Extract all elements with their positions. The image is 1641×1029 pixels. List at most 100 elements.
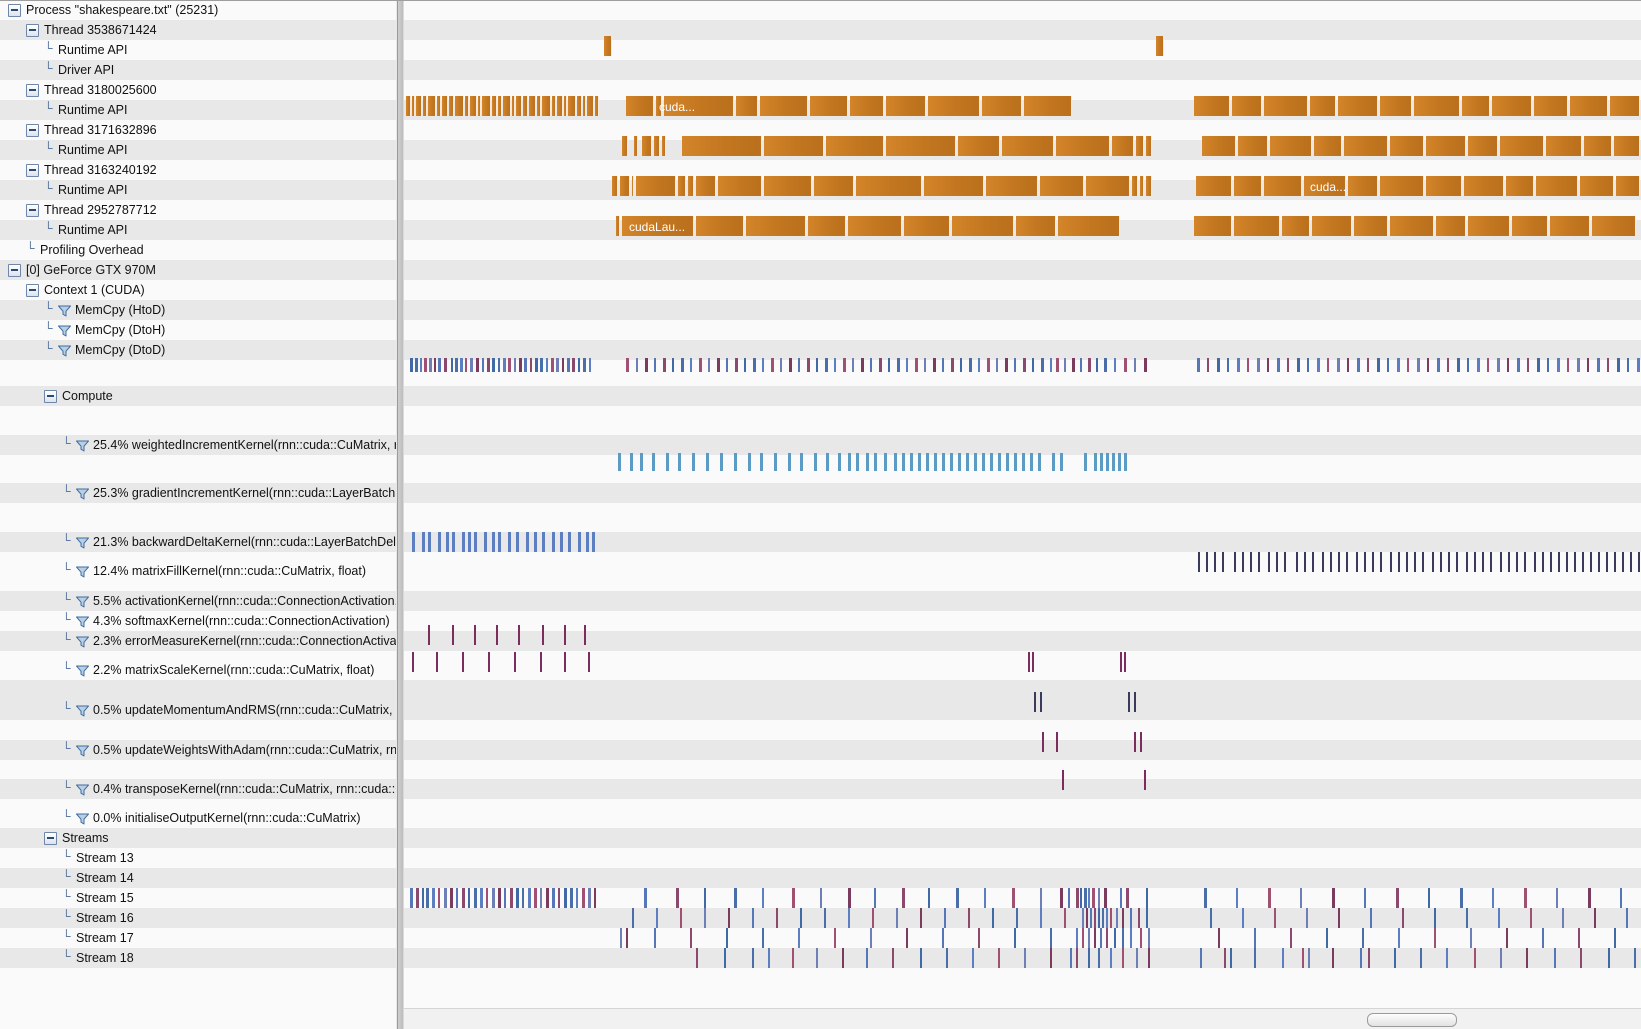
- filter-funnel-icon[interactable]: [76, 636, 89, 648]
- timeline-bar[interactable]: [583, 96, 586, 116]
- timeline-bar[interactable]: [1204, 888, 1207, 908]
- tree-item[interactable]: Streams: [0, 828, 396, 848]
- timeline-bar[interactable]: [568, 96, 576, 116]
- tree-item[interactable]: └ 12.4% matrixFillKernel(rnn::cuda::CuMat…: [0, 561, 396, 581]
- timeline-bar[interactable]: [986, 176, 1038, 196]
- timeline-bar[interactable]: [680, 908, 682, 928]
- timeline-bar[interactable]: [568, 532, 571, 552]
- timeline-bar[interactable]: [1622, 552, 1624, 572]
- timeline-bar[interactable]: [444, 888, 447, 908]
- timeline-bar[interactable]: [1110, 908, 1112, 928]
- timeline-bar[interactable]: [632, 176, 634, 196]
- timeline-bar[interactable]: [1500, 136, 1544, 156]
- timeline-bar[interactable]: [1050, 948, 1052, 968]
- timeline-bar[interactable]: [564, 96, 567, 116]
- timeline-bar[interactable]: [1104, 358, 1107, 372]
- timeline-bar[interactable]: [482, 358, 484, 372]
- timeline-bar[interactable]: [1536, 176, 1578, 196]
- timeline-bar[interactable]: [1314, 136, 1342, 156]
- timeline-bar[interactable]: [726, 358, 728, 372]
- timeline-bar[interactable]: [888, 358, 890, 372]
- timeline-bar[interactable]: [942, 453, 945, 471]
- timeline-bar[interactable]: [1414, 552, 1416, 572]
- timeline-bar[interactable]: [1076, 928, 1078, 948]
- timeline-bar[interactable]: [1050, 358, 1052, 372]
- tree-item[interactable]: Thread 2952787712: [0, 200, 396, 220]
- timeline-bar[interactable]: [952, 216, 1014, 236]
- tree-item[interactable]: └ Stream 18: [0, 948, 396, 968]
- timeline-bar[interactable]: [542, 532, 545, 552]
- timeline-bar[interactable]: [1368, 948, 1370, 968]
- tree-item[interactable]: └ Stream 15: [0, 888, 396, 908]
- timeline-bar[interactable]: [567, 358, 570, 372]
- timeline-bar[interactable]: [626, 928, 628, 948]
- timeline-bar[interactable]: [510, 888, 513, 908]
- timeline-bar[interactable]: [556, 358, 559, 372]
- timeline-bar[interactable]: [558, 888, 560, 908]
- timeline-bar[interactable]: [522, 888, 524, 908]
- timeline-bar[interactable]: [810, 96, 848, 116]
- timeline-bar[interactable]: [978, 358, 980, 372]
- timeline-bar[interactable]: [456, 888, 458, 908]
- timeline-bar[interactable]: [920, 948, 922, 968]
- timeline-bar[interactable]: [897, 358, 900, 372]
- timeline-bar[interactable]: [1257, 358, 1260, 372]
- timeline-bar[interactable]: [1588, 888, 1591, 908]
- timeline-bar[interactable]: [1448, 552, 1450, 572]
- timeline-bar[interactable]: [1112, 136, 1134, 156]
- timeline-bar[interactable]: [886, 136, 956, 156]
- timeline-bar[interactable]: [768, 948, 770, 968]
- timeline-bar[interactable]: [423, 96, 427, 116]
- timeline-bar[interactable]: [1517, 358, 1520, 372]
- timeline-bar[interactable]: [551, 358, 554, 372]
- tree-row[interactable]: Streams: [0, 828, 1641, 848]
- timeline-bar[interactable]: [1616, 176, 1640, 196]
- timeline-bar[interactable]: [933, 358, 936, 372]
- tree-item[interactable]: └ 2.2% matrixScaleKernel(rnn::cuda::CuMat…: [0, 660, 396, 680]
- timeline-bar[interactable]: [1094, 908, 1096, 928]
- timeline-bar[interactable]: [902, 888, 905, 908]
- tree-item[interactable]: └ Stream 13: [0, 848, 396, 868]
- timeline-bar[interactable]: [656, 908, 658, 928]
- timeline-bar[interactable]: [1534, 552, 1536, 572]
- timeline-bar[interactable]: [780, 358, 782, 372]
- filter-funnel-icon[interactable]: [76, 440, 89, 452]
- timeline-bar[interactable]: [422, 888, 424, 908]
- timeline-bar[interactable]: [1574, 552, 1576, 572]
- tree-item[interactable]: └ Runtime API: [0, 100, 396, 120]
- timeline-bar[interactable]: [1346, 552, 1348, 572]
- timeline-bar[interactable]: [696, 176, 716, 196]
- timeline-bar[interactable]: [1032, 652, 1034, 672]
- timeline-track-matrix-scale-kernel[interactable]: [404, 652, 1641, 672]
- timeline-bar[interactable]: [1380, 552, 1382, 572]
- tree-item[interactable]: Thread 3163240192: [0, 160, 396, 180]
- timeline-bar[interactable]: [1587, 358, 1589, 372]
- tree-row[interactable]: Context 1 (CUDA): [0, 280, 1641, 300]
- timeline-bar[interactable]: [1397, 358, 1400, 372]
- timeline-bar[interactable]: [1468, 216, 1510, 236]
- filter-funnel-icon[interactable]: [76, 596, 89, 608]
- timeline-bar[interactable]: [1468, 136, 1498, 156]
- timeline-bar[interactable]: [1312, 552, 1314, 572]
- timeline-bar[interactable]: [438, 888, 440, 908]
- tree-item[interactable]: └ Stream 17: [0, 928, 396, 948]
- timeline-bar[interactable]: [760, 96, 808, 116]
- timeline-bar[interactable]: [1282, 948, 1284, 968]
- timeline-bar[interactable]: [529, 96, 536, 116]
- tree-row[interactable]: └ Stream 14: [0, 868, 1641, 888]
- tree-item[interactable]: └ 0.4% transposeKernel(rnn::cuda::CuMatri…: [0, 779, 396, 799]
- timeline-bar[interactable]: [1232, 96, 1262, 116]
- tree-item[interactable]: └ Runtime API: [0, 180, 396, 200]
- timeline-bar[interactable]: [1357, 358, 1360, 372]
- timeline-bar[interactable]: [1210, 908, 1212, 928]
- timeline-bar[interactable]: [798, 928, 800, 948]
- timeline-bar[interactable]: [735, 358, 738, 372]
- timeline-bar[interactable]: [426, 888, 429, 908]
- timeline-bar[interactable]: [924, 358, 926, 372]
- timeline-bar[interactable]: [1326, 928, 1328, 948]
- timeline-bar[interactable]: [1227, 358, 1229, 372]
- timeline-bar[interactable]: [1580, 176, 1614, 196]
- timeline-track-gradient-increment-kernel[interactable]: [404, 453, 1641, 471]
- timeline-bar[interactable]: [1492, 888, 1494, 908]
- tree-item[interactable]: └ MemCpy (HtoD): [0, 300, 396, 320]
